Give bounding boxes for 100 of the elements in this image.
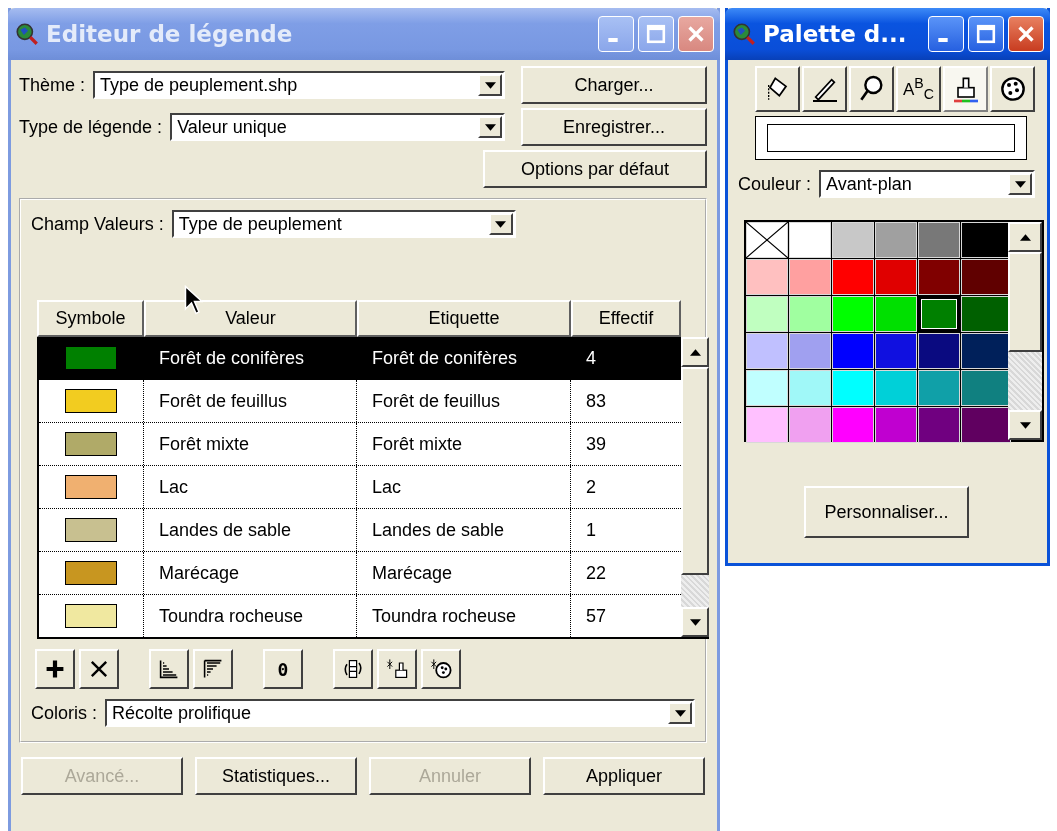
color-swatch[interactable] bbox=[875, 259, 917, 295]
minimize-icon bbox=[938, 38, 948, 42]
table-cell: 2 bbox=[586, 476, 596, 498]
color-swatch[interactable] bbox=[875, 222, 917, 258]
sort-ascending-button[interactable] bbox=[149, 649, 189, 689]
no-color-swatch[interactable] bbox=[746, 222, 788, 258]
color-swatch[interactable] bbox=[918, 370, 960, 406]
color-swatch[interactable] bbox=[875, 296, 917, 332]
symbol-swatch[interactable] bbox=[65, 389, 117, 413]
scrollbar[interactable] bbox=[681, 337, 709, 637]
color-swatch[interactable] bbox=[918, 222, 960, 258]
table-row[interactable]: Toundra rocheuse Toundra rocheuse 57 bbox=[39, 595, 681, 638]
color-swatch[interactable] bbox=[918, 407, 960, 443]
table-cell: 57 bbox=[586, 605, 607, 627]
table-cell: Lac bbox=[372, 476, 402, 498]
color-swatch[interactable] bbox=[832, 222, 874, 258]
color-swatch[interactable] bbox=[789, 296, 831, 332]
table-cell: Marécage bbox=[372, 562, 453, 584]
symbol-swatch[interactable] bbox=[65, 518, 117, 542]
color-swatch[interactable] bbox=[961, 370, 1011, 406]
table-row[interactable]: Landes de sable Landes de sable 1 bbox=[39, 509, 681, 552]
color-swatch[interactable] bbox=[746, 296, 788, 332]
color-swatch[interactable] bbox=[875, 370, 917, 406]
sort-descending-button[interactable] bbox=[193, 649, 233, 689]
theme-label: Thème : bbox=[19, 74, 86, 96]
color-swatch[interactable] bbox=[875, 407, 917, 443]
color-target-dropdown[interactable]: Avant-plan bbox=[819, 170, 1035, 198]
dialog-button[interactable]: Statistiques... bbox=[195, 757, 357, 795]
table-row[interactable]: Forêt mixte Forêt mixte 39 bbox=[39, 423, 681, 466]
color-swatch[interactable] bbox=[961, 296, 1011, 332]
symbol-swatch[interactable] bbox=[65, 432, 117, 456]
color-swatch[interactable] bbox=[918, 333, 960, 369]
close-button[interactable] bbox=[678, 16, 714, 52]
color-swatch[interactable] bbox=[832, 296, 874, 332]
save-button[interactable]: Enregistrer... bbox=[521, 108, 707, 146]
color-swatch[interactable] bbox=[832, 407, 874, 443]
window-title: Editeur de légende bbox=[46, 21, 294, 47]
column-header[interactable]: Valeur bbox=[144, 300, 357, 337]
color-swatch[interactable] bbox=[789, 222, 831, 258]
color-swatch[interactable] bbox=[746, 370, 788, 406]
brush-button[interactable] bbox=[377, 649, 417, 689]
dialog-button[interactable]: Appliquer bbox=[543, 757, 705, 795]
palette-tab[interactable] bbox=[755, 66, 800, 112]
color-scheme-dropdown[interactable]: Récolte prolifique bbox=[105, 699, 695, 727]
table-cell: Marécage bbox=[159, 562, 240, 584]
column-header[interactable]: Symbole bbox=[37, 300, 144, 337]
color-swatch[interactable] bbox=[875, 333, 917, 369]
close-button[interactable] bbox=[1008, 16, 1044, 52]
color-swatch[interactable] bbox=[789, 259, 831, 295]
color-swatch[interactable] bbox=[961, 259, 1011, 295]
add-button[interactable] bbox=[35, 649, 75, 689]
palette-tab[interactable] bbox=[943, 66, 988, 112]
theme-dropdown[interactable]: Type de peuplement.shp bbox=[93, 71, 505, 99]
dropdown-arrow-icon bbox=[674, 709, 686, 717]
column-header[interactable]: Etiquette bbox=[357, 300, 571, 337]
color-swatch[interactable] bbox=[961, 333, 1011, 369]
delete-button[interactable] bbox=[79, 649, 119, 689]
table-cell: Lac bbox=[159, 476, 189, 498]
load-button[interactable]: Charger... bbox=[521, 66, 707, 104]
table-cell: Forêt de conifères bbox=[372, 347, 518, 369]
flip-colors-button[interactable] bbox=[333, 649, 373, 689]
symbol-swatch[interactable] bbox=[65, 475, 117, 499]
table-row[interactable]: Lac Lac 2 bbox=[39, 466, 681, 509]
color-swatch[interactable] bbox=[832, 259, 874, 295]
table-row[interactable]: Forêt de feuillus Forêt de feuillus 83 bbox=[39, 380, 681, 423]
column-header[interactable]: Effectif bbox=[571, 300, 681, 337]
symbol-swatch[interactable] bbox=[65, 604, 117, 628]
window-title: Palette d... bbox=[763, 21, 908, 47]
table-row[interactable]: Forêt de conifères Forêt de conifères 4 bbox=[39, 337, 681, 380]
color-swatch[interactable] bbox=[789, 370, 831, 406]
legend-type-dropdown[interactable]: Valeur unique bbox=[170, 113, 505, 141]
color-swatch[interactable] bbox=[961, 407, 1011, 443]
color-swatch[interactable] bbox=[832, 333, 874, 369]
symbol-swatch[interactable] bbox=[65, 346, 117, 370]
table-row[interactable]: Marécage Marécage 22 bbox=[39, 552, 681, 595]
color-swatch[interactable] bbox=[789, 407, 831, 443]
minimize-button[interactable] bbox=[928, 16, 964, 52]
legend-type-label: Type de légende : bbox=[19, 116, 163, 138]
value-field-dropdown[interactable]: Type de peuplement bbox=[171, 210, 516, 238]
color-scheme-label: Coloris : bbox=[31, 702, 97, 724]
maximize-button[interactable] bbox=[968, 16, 1004, 52]
palette-tab[interactable] bbox=[990, 66, 1035, 112]
color-swatch[interactable] bbox=[832, 370, 874, 406]
color-swatch[interactable] bbox=[918, 259, 960, 295]
symbol-swatch[interactable] bbox=[65, 561, 117, 585]
default-options-button[interactable]: Options par défaut bbox=[483, 150, 707, 188]
null-value-button[interactable]: 0 bbox=[263, 649, 303, 689]
color-swatch[interactable] bbox=[746, 259, 788, 295]
table-cell: 22 bbox=[586, 562, 607, 584]
color-swatch[interactable] bbox=[746, 333, 788, 369]
color-swatch[interactable] bbox=[746, 407, 788, 443]
color-swatch[interactable] bbox=[789, 333, 831, 369]
magnifier-globe-icon bbox=[14, 21, 40, 47]
palette-tab[interactable] bbox=[849, 66, 894, 112]
palette-button[interactable] bbox=[421, 649, 461, 689]
color-swatch[interactable] bbox=[918, 296, 960, 332]
color-swatch[interactable] bbox=[961, 222, 1011, 258]
customize-button[interactable]: Personnaliser... bbox=[804, 486, 969, 538]
palette-tab[interactable] bbox=[802, 66, 847, 112]
scrollbar[interactable] bbox=[1008, 222, 1042, 440]
